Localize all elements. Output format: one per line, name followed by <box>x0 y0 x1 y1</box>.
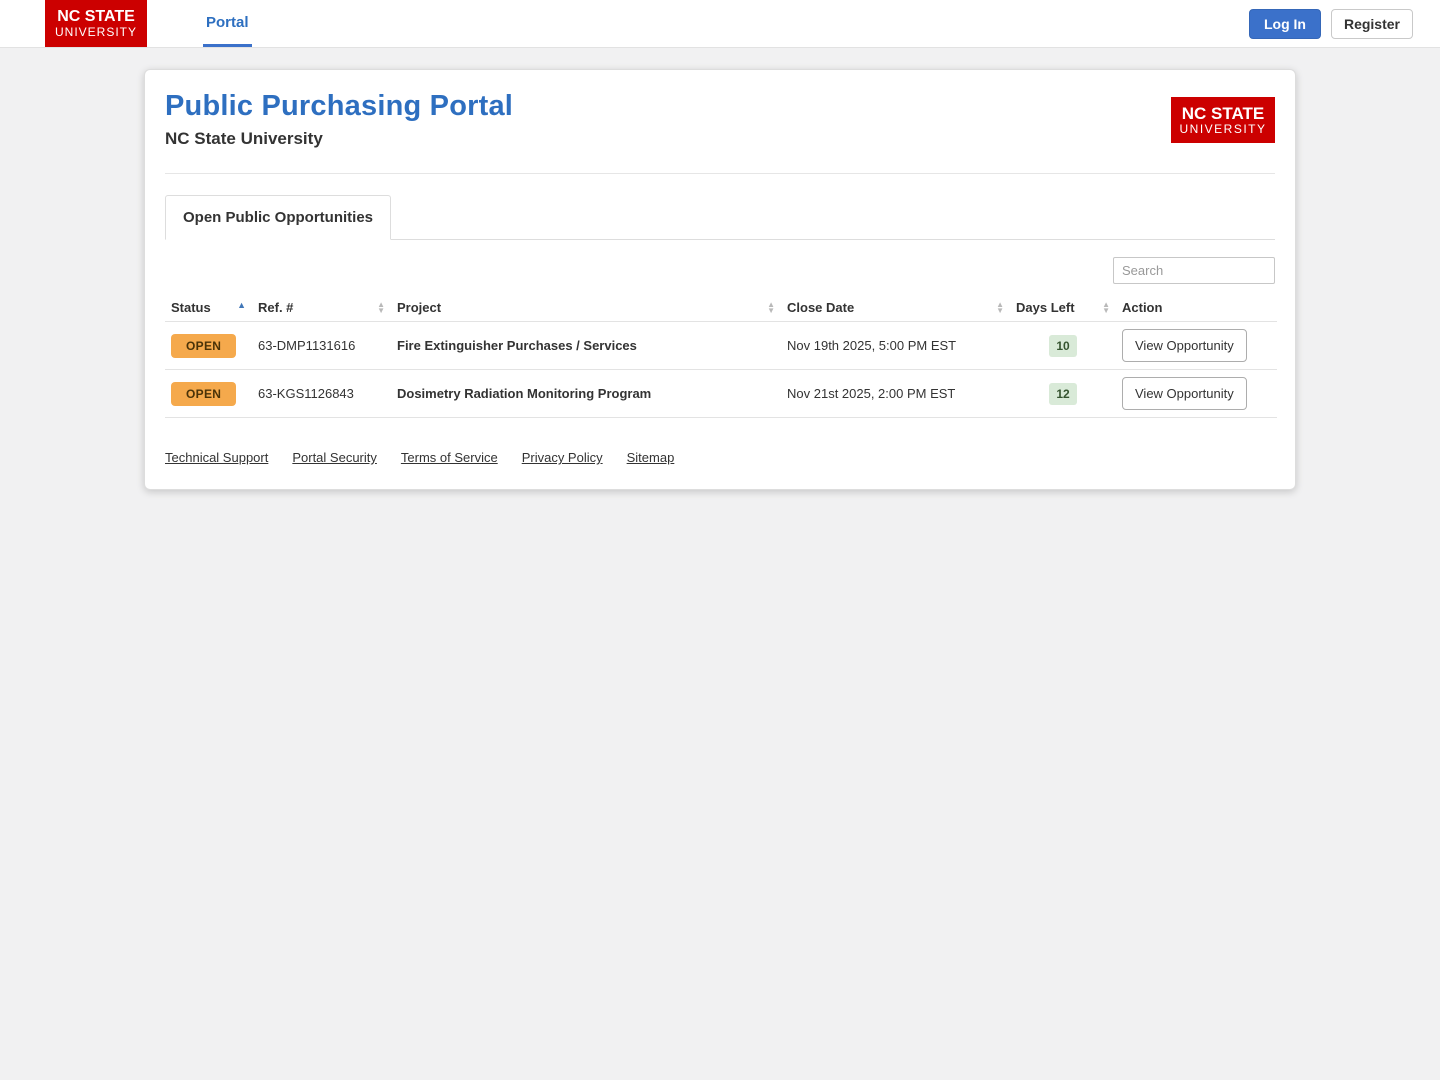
days-left-badge: 10 <box>1049 334 1077 357</box>
col-header-close-date[interactable]: Close Date ▲ ▼ <box>781 294 1010 322</box>
tab-open-public-opportunities[interactable]: Open Public Opportunities <box>165 195 392 240</box>
register-button[interactable]: Register <box>1330 8 1413 39</box>
ref-cell: 63-DMP1131616 <box>258 338 356 353</box>
table-row: OPEN 63-KGS1126843 Dosimetry Radiation M… <box>165 369 1277 418</box>
opportunities-table: Status ▲ Ref. # ▲ ▼ Project ▲ ▼ Close Da… <box>165 294 1277 418</box>
sort-icon[interactable]: ▲ ▼ <box>377 301 385 315</box>
days-left-cell: 12 <box>1010 370 1116 418</box>
table-row: OPEN 63-DMP1131616 Fire Extinguisher Pur… <box>165 321 1277 370</box>
days-left-cell: 10 <box>1010 322 1116 370</box>
card-header-titles: Public Purchasing Portal NC State Univer… <box>165 90 513 149</box>
sort-down-glyph: ▼ <box>767 305 775 315</box>
col-header-ref-label: Ref. # <box>258 300 294 315</box>
sort-icon[interactable]: ▲ ▼ <box>1102 301 1110 315</box>
close-date-cell: Nov 21st 2025, 2:00 PM EST <box>787 386 956 401</box>
status-badge: OPEN <box>171 333 237 358</box>
logo-line2: UNIVERSITY <box>54 24 137 39</box>
logo-line1: NC STATE <box>1181 103 1265 123</box>
col-header-action: Action <box>1116 294 1277 322</box>
page-subtitle: NC State University <box>165 129 323 148</box>
action-cell: View Opportunity <box>1116 322 1277 370</box>
status-cell: OPEN <box>165 322 252 370</box>
header-divider <box>165 173 1275 174</box>
col-header-project[interactable]: Project ▲ ▼ <box>391 294 781 322</box>
sort-ascending-icon[interactable]: ▲ <box>237 300 246 310</box>
project-cell: Fire Extinguisher Purchases / Services <box>397 338 637 353</box>
action-cell: View Opportunity <box>1116 370 1277 418</box>
col-header-project-label: Project <box>397 300 442 315</box>
purchasing-portal-card: Public Purchasing Portal NC State Univer… <box>144 69 1296 490</box>
footer-link-technical-support[interactable]: Technical Support <box>165 450 268 465</box>
footer-link-terms-of-service[interactable]: Terms of Service <box>401 450 498 465</box>
ref-cell: 63-KGS1126843 <box>258 386 354 401</box>
sort-down-glyph: ▼ <box>996 305 1004 315</box>
col-header-days-left[interactable]: Days Left ▲ ▼ <box>1010 294 1116 322</box>
status-badge: OPEN <box>171 381 237 406</box>
col-header-ref[interactable]: Ref. # ▲ ▼ <box>252 294 391 322</box>
view-opportunity-button[interactable]: View Opportunity <box>1122 377 1247 410</box>
sort-down-glyph: ▼ <box>377 305 385 315</box>
col-header-close-date-label: Close Date <box>787 300 855 315</box>
col-header-status-label: Status <box>171 300 211 315</box>
footer-link-portal-security[interactable]: Portal Security <box>292 450 377 465</box>
ncstate-logo-card: NC STATE UNIVERSITY <box>1171 97 1275 143</box>
search-row <box>165 257 1275 284</box>
footer-link-sitemap[interactable]: Sitemap <box>627 450 675 465</box>
col-header-days-left-label: Days Left <box>1016 300 1075 315</box>
top-navigation-bar: NC STATE UNIVERSITY Portal Log In Regist… <box>0 0 1440 48</box>
page-title: Public Purchasing Portal <box>165 90 514 122</box>
days-left-badge: 12 <box>1049 382 1077 405</box>
search-input[interactable] <box>1113 257 1275 284</box>
project-cell: Dosimetry Radiation Monitoring Program <box>397 386 652 401</box>
table-header-row: Status ▲ Ref. # ▲ ▼ Project ▲ ▼ Close Da… <box>165 294 1277 322</box>
sort-down-glyph: ▼ <box>1102 305 1110 315</box>
logo-line2: UNIVERSITY <box>1179 121 1267 136</box>
sort-icon[interactable]: ▲ ▼ <box>996 301 1004 315</box>
view-opportunity-button[interactable]: View Opportunity <box>1122 329 1247 362</box>
card-header: Public Purchasing Portal NC State Univer… <box>165 90 1275 149</box>
logo-line1: NC STATE <box>57 7 135 25</box>
status-cell: OPEN <box>165 370 252 418</box>
footer-link-privacy-policy[interactable]: Privacy Policy <box>522 450 603 465</box>
col-header-action-label: Action <box>1122 300 1163 315</box>
login-button[interactable]: Log In <box>1248 8 1321 39</box>
tab-bar: Open Public Opportunities <box>165 195 1275 240</box>
sort-icon[interactable]: ▲ ▼ <box>767 301 775 315</box>
nav-link-portal[interactable]: Portal <box>203 0 252 47</box>
nav-actions: Log In Register <box>1248 0 1413 47</box>
col-header-status[interactable]: Status ▲ <box>165 294 252 322</box>
close-date-cell: Nov 19th 2025, 5:00 PM EST <box>787 338 957 353</box>
footer-links: Technical Support Portal Security Terms … <box>165 450 1275 465</box>
ncstate-logo: NC STATE UNIVERSITY <box>45 0 147 47</box>
